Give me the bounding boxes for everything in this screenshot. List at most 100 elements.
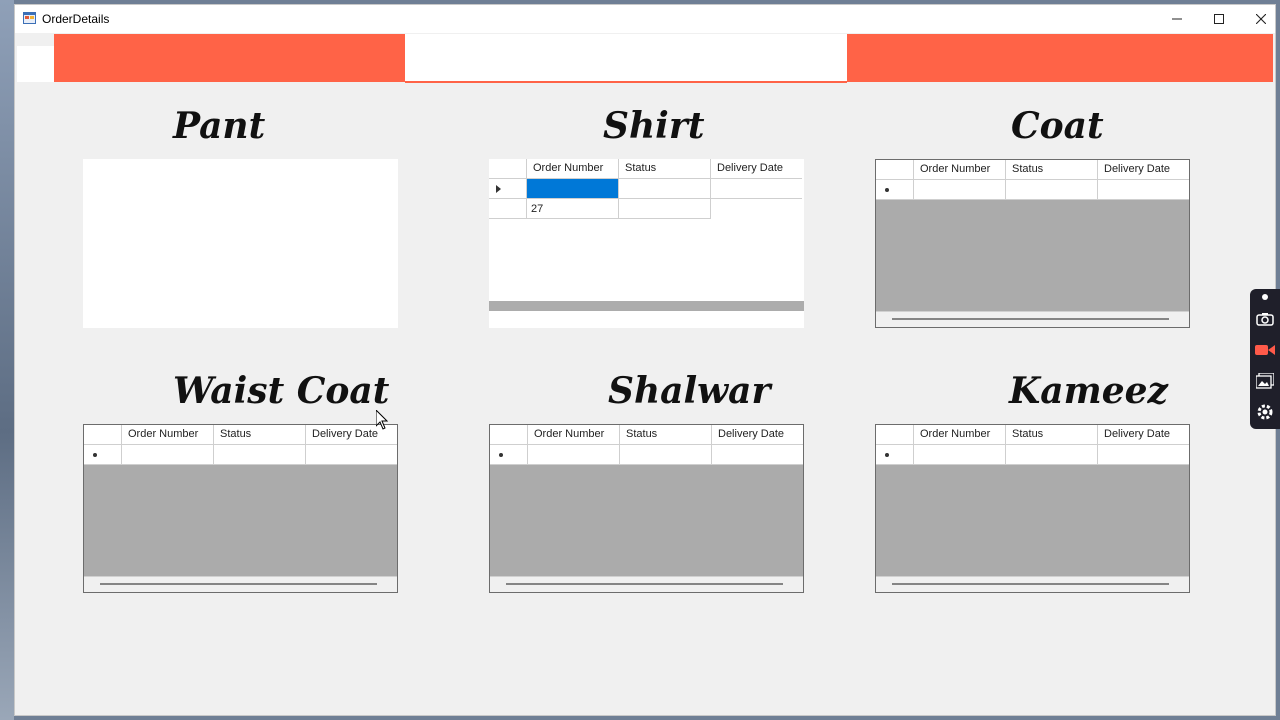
app-icon [23, 12, 36, 24]
row-header-corner [490, 425, 528, 445]
cell-order-number[interactable] [528, 445, 620, 465]
cell-order-number[interactable] [122, 445, 214, 465]
horizontal-scrollbar[interactable] [489, 301, 804, 311]
video-icon [1255, 345, 1275, 355]
column-header-status[interactable]: Status [1006, 160, 1098, 180]
close-icon [1256, 14, 1266, 24]
shirt-grid[interactable]: Order Number Status Delivery Date 27 [489, 159, 804, 328]
close-button[interactable] [1240, 5, 1280, 33]
column-header-order-number[interactable]: Order Number [122, 425, 214, 445]
banner-logo-box [17, 46, 54, 82]
row-header-corner [84, 425, 122, 445]
cell-order-number[interactable] [527, 179, 619, 199]
row-header[interactable] [489, 179, 527, 199]
new-row-icon [885, 188, 889, 192]
cell-delivery-date[interactable] [711, 179, 802, 199]
cell-status[interactable] [214, 445, 306, 465]
screenshot-button[interactable] [1254, 308, 1276, 330]
cell-status[interactable] [1006, 180, 1098, 200]
heading-waist-coat: Waist Coat [173, 370, 390, 412]
horizontal-scrollbar[interactable] [876, 576, 1189, 592]
mouse-cursor-icon [376, 410, 388, 430]
row-header[interactable] [490, 445, 528, 465]
horizontal-scrollbar[interactable] [84, 576, 397, 592]
heading-kameez: Kameez [1009, 370, 1168, 412]
horizontal-scrollbar[interactable] [876, 311, 1189, 327]
column-header-delivery-date[interactable]: Delivery Date [712, 425, 803, 445]
cell-order-number[interactable] [914, 445, 1006, 465]
column-header-status[interactable]: Status [1006, 425, 1098, 445]
kameez-grid[interactable]: Order Number Status Delivery Date [875, 424, 1190, 593]
coat-grid[interactable]: Order Number Status Delivery Date [875, 159, 1190, 328]
waist-coat-grid[interactable]: Order Number Status Delivery Date [83, 424, 398, 593]
column-header-order-number[interactable]: Order Number [914, 425, 1006, 445]
new-row[interactable] [876, 180, 1189, 200]
row-header[interactable] [876, 180, 914, 200]
order-details-window: OrderDetails Pant Shirt Coat Waist Coat … [14, 4, 1276, 716]
heading-shirt: Shirt [603, 105, 705, 147]
cell-delivery-date[interactable] [1098, 445, 1189, 465]
shalwar-grid[interactable]: Order Number Status Delivery Date [489, 424, 804, 593]
cell-delivery-date[interactable] [306, 445, 397, 465]
pant-grid[interactable] [83, 159, 398, 328]
cell-delivery-date[interactable] [1098, 180, 1189, 200]
pin-icon [1262, 294, 1268, 300]
column-header-status[interactable]: Status [619, 159, 711, 179]
row-header-corner [489, 159, 527, 179]
cell-status[interactable] [619, 199, 711, 219]
column-header-order-number[interactable]: Order Number [528, 425, 620, 445]
cell-order-number[interactable] [914, 180, 1006, 200]
row-header[interactable] [489, 199, 527, 219]
heading-pant: Pant [173, 105, 266, 147]
maximize-button[interactable] [1198, 5, 1240, 33]
column-header-order-number[interactable]: Order Number [914, 160, 1006, 180]
grid-header: Order Number Status Delivery Date [876, 425, 1189, 445]
current-row-arrow-icon [496, 185, 501, 193]
scrollbar-thumb[interactable] [100, 583, 377, 585]
row-header[interactable] [84, 445, 122, 465]
maximize-icon [1214, 14, 1224, 24]
grid-header: Order Number Status Delivery Date [876, 160, 1189, 180]
cell-order-number[interactable]: 27 [527, 199, 619, 219]
heading-coat: Coat [1011, 105, 1104, 147]
column-header-delivery-date[interactable]: Delivery Date [1098, 160, 1189, 180]
desktop-background-strip [0, 0, 14, 720]
row-header[interactable] [876, 445, 914, 465]
scrollbar-thumb[interactable] [892, 583, 1169, 585]
header-banner-left [54, 34, 405, 82]
column-header-order-number[interactable]: Order Number [527, 159, 619, 179]
new-row-icon [93, 453, 97, 457]
new-row[interactable] [490, 445, 803, 465]
cell-status[interactable] [1006, 445, 1098, 465]
camera-icon [1256, 313, 1274, 326]
scrollbar-thumb[interactable] [892, 318, 1169, 320]
cell-status[interactable] [620, 445, 712, 465]
column-header-delivery-date[interactable]: Delivery Date [1098, 425, 1189, 445]
gallery-button[interactable] [1254, 370, 1276, 392]
new-row[interactable] [84, 445, 397, 465]
horizontal-scrollbar[interactable] [490, 576, 803, 592]
new-row-icon [499, 453, 503, 457]
cell-status[interactable] [619, 179, 711, 199]
column-header-delivery-date[interactable]: Delivery Date [711, 159, 802, 179]
new-row[interactable] [876, 445, 1189, 465]
minimize-button[interactable] [1156, 5, 1198, 33]
settings-icon [1257, 404, 1273, 420]
record-button[interactable] [1254, 339, 1276, 361]
column-header-status[interactable]: Status [620, 425, 712, 445]
grid-header: Order Number Status Delivery Date [490, 425, 803, 445]
title-bar: OrderDetails [15, 5, 1275, 33]
row-header-corner [876, 160, 914, 180]
cell-delivery-date[interactable] [712, 445, 803, 465]
settings-button[interactable] [1254, 401, 1276, 423]
scrollbar-thumb[interactable] [506, 583, 783, 585]
header-banner-center [405, 34, 847, 83]
cell-delivery-date[interactable] [711, 199, 802, 219]
column-header-status[interactable]: Status [214, 425, 306, 445]
window-title: OrderDetails [42, 12, 110, 26]
grid-header: Order Number Status Delivery Date [84, 425, 397, 445]
gallery-icon [1256, 373, 1274, 389]
table-row[interactable]: 27 [489, 199, 804, 219]
pin-button[interactable] [1254, 290, 1276, 304]
table-row[interactable] [489, 179, 804, 199]
